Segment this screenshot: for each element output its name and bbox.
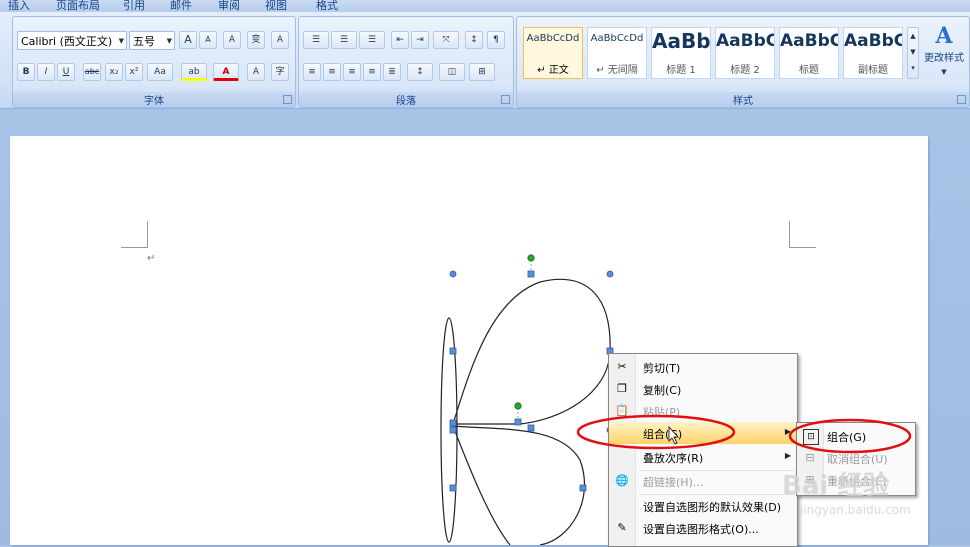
menu-item-label: 组合(G) [643,428,683,441]
submenu-arrow-icon: ▶ [784,451,791,460]
menu-item-paste[interactable]: 📋 粘贴(P) [609,400,797,418]
selection-handle [449,484,457,492]
menu-item-set-default-shape[interactable]: 设置自选图形的默认效果(D) [609,495,797,517]
hyperlink-icon: 🌐 [615,474,629,487]
menu-item-label: 复制(C) [643,384,682,397]
rotate-handle [514,402,522,410]
submenu-item-group[interactable]: ⊡ 组合(G) [797,425,915,447]
selection-handle [514,418,522,426]
submenu-arrow-icon: ▶ [784,427,791,436]
menu-item-group[interactable]: 组合(G) ▶ [609,422,797,444]
menu-item-order[interactable]: 叠放次序(R) ▶ [609,446,797,468]
menu-item-label: 组合(G) [827,431,867,444]
selection-handle [527,270,535,278]
menu-item-label: 设置自选图形格式(O)... [643,523,759,536]
copy-icon: ❐ [617,382,627,395]
menu-item-copy[interactable]: ❐ 复制(C) [609,378,797,400]
selection-handle [449,419,457,427]
watermark-brand: Bai 经验 [782,471,890,501]
watermark-url: jingyan.baidu.com [800,503,911,517]
group-icon: ⊡ [803,429,819,445]
menu-item-label: 叠放次序(R) [643,452,704,465]
shape-lower-wing [452,425,586,545]
menu-item-label: 粘贴(P) [643,406,681,418]
menu-item-format-shape[interactable]: ✎ 设置自选图形格式(O)... [609,517,797,539]
selection-handle [606,270,614,278]
selection-handle [449,426,457,434]
menu-item-label: 超链接(H)... [643,476,704,489]
selection-handle [449,270,457,278]
rotate-handle [527,254,535,262]
paste-icon: 📋 [615,404,629,417]
menu-item-cut[interactable]: ✂ 剪切(T) [609,356,797,378]
shape-upper-wing [452,278,611,425]
selection-handle [579,484,587,492]
menu-item-hyperlink[interactable]: 🌐 超链接(H)... [609,470,797,492]
scissors-icon: ✂ [617,360,627,373]
selection-handle [527,424,535,432]
menu-item-label: 设置自选图形的默认效果(D) [643,501,782,514]
selection-handle [449,347,457,355]
format-shape-icon: ✎ [617,521,627,534]
context-menu: ✂ 剪切(T) ❐ 复制(C) 📋 粘贴(P) 组合(G) ▶ 叠放次序(R) … [608,353,798,547]
menu-item-label: 剪切(T) [643,362,681,375]
ungroup-icon: ⊟ [805,451,815,464]
